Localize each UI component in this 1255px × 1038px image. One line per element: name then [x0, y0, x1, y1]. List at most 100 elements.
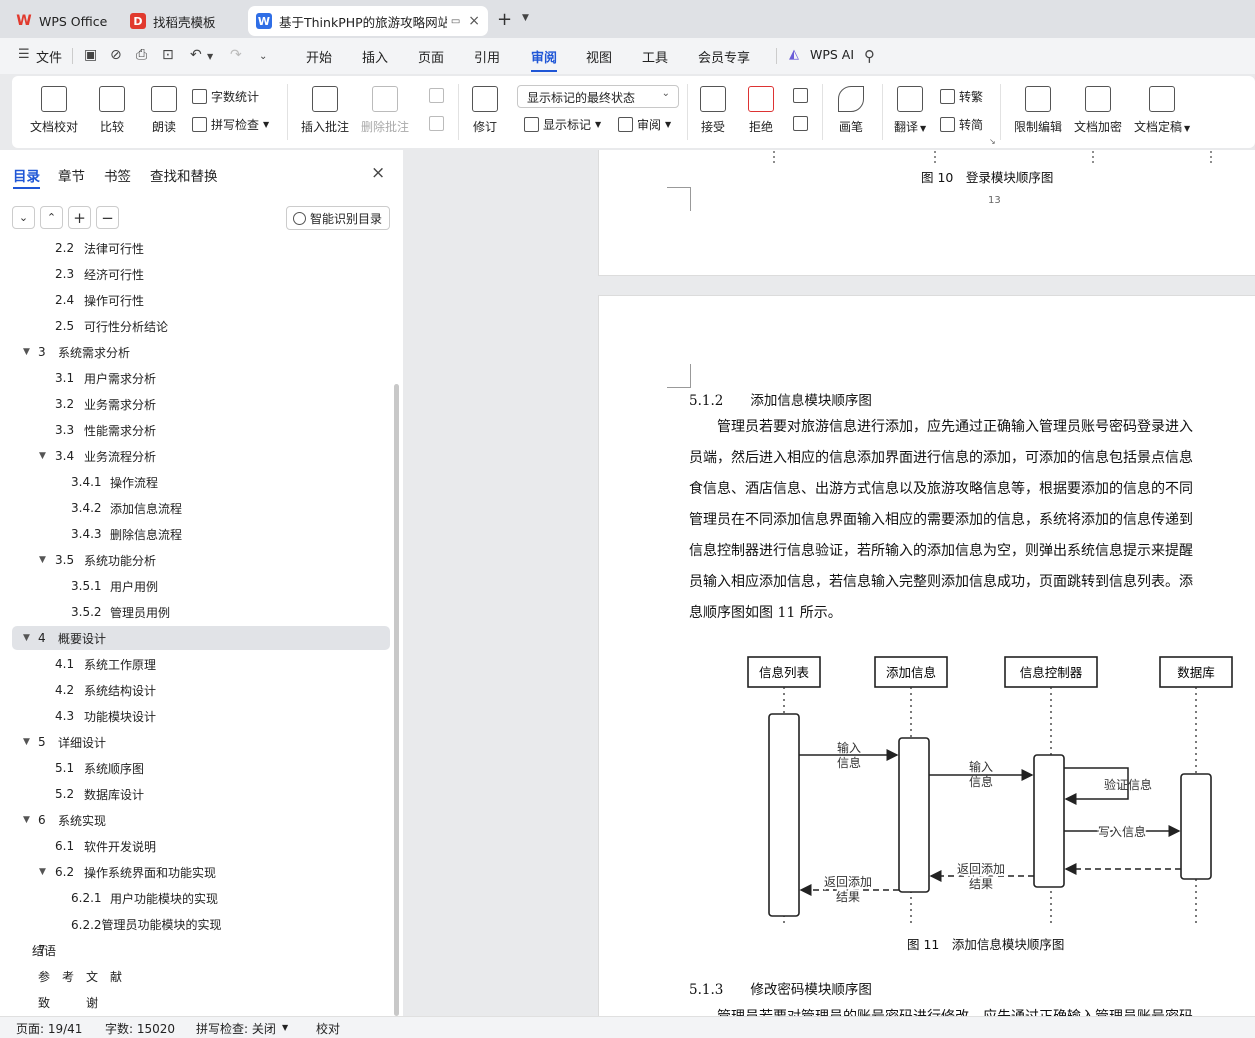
toc-item[interactable]: 致 谢 — [12, 990, 390, 1014]
collapse-up-button[interactable]: ⌃ — [40, 206, 63, 229]
tab-chapters[interactable]: 章节 — [58, 165, 85, 185]
undo-dropdown-icon[interactable]: ▼ — [207, 52, 213, 61]
encrypt-button[interactable]: 文档加密 — [1074, 86, 1122, 135]
expand-arrow-icon[interactable]: ▼ — [23, 347, 30, 357]
tab-list-chevron-icon[interactable]: ▼ — [522, 13, 529, 23]
menu-home[interactable]: 开始 — [306, 47, 332, 66]
to-simplified-button[interactable]: 转简 — [940, 116, 983, 133]
spell-check-indicator[interactable]: 拼写检查: 关闭 — [196, 1020, 276, 1037]
show-markup-button[interactable]: 显示标记 ▼ — [524, 116, 601, 133]
proofread-indicator[interactable]: 校对 — [316, 1020, 340, 1037]
tab-find-replace[interactable]: 查找和替换 — [150, 165, 218, 185]
tab-docer[interactable]: D 找稻壳模板 — [122, 6, 244, 36]
accept-button[interactable]: 接受 — [700, 86, 726, 135]
word-count-indicator[interactable]: 字数: 15020 — [105, 1020, 175, 1037]
toc-item[interactable]: 参 考 文 献 — [12, 964, 390, 988]
restrict-edit-button[interactable]: 限制编辑 — [1014, 86, 1062, 135]
menu-file[interactable]: 文件 — [36, 47, 62, 66]
collapse-down-button[interactable]: ⌄ — [12, 206, 35, 229]
next-change-button[interactable] — [793, 116, 812, 131]
tab-toc[interactable]: 目录 — [13, 165, 40, 185]
close-pane-icon[interactable]: × — [371, 163, 385, 183]
tab-bookmarks[interactable]: 书签 — [104, 165, 131, 185]
toc-item[interactable]: 3.1 用户需求分析 — [12, 366, 390, 390]
menu-view[interactable]: 视图 — [586, 47, 612, 66]
pane-scrollbar[interactable] — [394, 384, 399, 1016]
toc-item[interactable]: ▼ 4 概要设计 — [12, 626, 390, 650]
reject-button[interactable]: 拒绝 — [748, 86, 774, 135]
finalize-button[interactable]: 文档定稿 ▼ — [1134, 86, 1190, 135]
toc-item[interactable]: 4.2 系统结构设计 — [12, 678, 390, 702]
toc-item[interactable]: 3.5.1 用户用例 — [12, 574, 390, 598]
review-pane-button[interactable]: 审阅 ▼ — [618, 116, 671, 133]
share-link-icon[interactable]: ⊘ — [110, 47, 122, 63]
pen-button[interactable]: 画笔 — [838, 86, 864, 135]
print-preview-icon[interactable]: ⊡ — [162, 47, 174, 63]
remove-heading-button[interactable]: − — [96, 206, 119, 229]
expand-arrow-icon[interactable]: ▼ — [39, 451, 46, 461]
new-tab-icon[interactable]: + — [497, 9, 512, 30]
delete-comment-button[interactable]: 删除批注 — [361, 86, 409, 135]
expand-arrow-icon[interactable]: ▼ — [23, 815, 30, 825]
spell-check-button[interactable]: 拼写检查 ▼ — [192, 116, 269, 133]
menu-insert[interactable]: 插入 — [362, 47, 388, 66]
markup-state-select[interactable]: 显示标记的最终状态 ⌄ — [517, 85, 679, 108]
prev-change-button[interactable] — [793, 88, 812, 103]
compare-button[interactable]: 比较 — [99, 86, 125, 135]
menu-review[interactable]: 审阅 — [531, 47, 558, 72]
save-icon[interactable]: ▣ — [84, 47, 97, 63]
search-icon[interactable]: ⚲ — [864, 47, 875, 65]
expand-arrow-icon[interactable]: ▼ — [23, 737, 30, 747]
page-indicator[interactable]: 页面: 19/41 — [16, 1020, 82, 1037]
toc-item[interactable]: ▼ 5 详细设计 — [12, 730, 390, 754]
menu-member[interactable]: 会员专享 — [698, 47, 750, 66]
monitor-icon[interactable]: ▭ — [451, 16, 460, 27]
toc-item[interactable]: 3.4.2 添加信息流程 — [12, 496, 390, 520]
toc-item[interactable]: 7 结语 — [12, 938, 390, 962]
expand-arrow-icon[interactable]: ▼ — [23, 633, 30, 643]
toc-item[interactable]: ▼ 3 系统需求分析 — [12, 340, 390, 364]
toc-item[interactable]: 3.4.3 删除信息流程 — [12, 522, 390, 546]
toc-item[interactable]: 2.3 经济可行性 — [12, 262, 390, 286]
toc-item[interactable]: ▼ 3.5 系统功能分析 — [12, 548, 390, 572]
toc-item[interactable]: 4.3 功能模块设计 — [12, 704, 390, 728]
toc-item[interactable]: 6.1 软件开发说明 — [12, 834, 390, 858]
menu-wps-ai[interactable]: WPS AI — [810, 47, 854, 62]
menu-page[interactable]: 页面 — [418, 47, 444, 66]
next-comment-button[interactable] — [429, 116, 448, 131]
menu-tools[interactable]: 工具 — [642, 47, 668, 66]
add-heading-button[interactable]: + — [68, 206, 91, 229]
proofread-button[interactable]: 文档校对 — [30, 86, 78, 135]
toc-item[interactable]: 4.1 系统工作原理 — [12, 652, 390, 676]
toc-item[interactable]: 2.2 法律可行性 — [12, 240, 390, 260]
chevron-down-icon[interactable]: ▼ — [282, 1023, 288, 1032]
redo-icon[interactable]: ↷ — [230, 47, 242, 63]
prev-comment-button[interactable] — [429, 88, 448, 103]
expand-arrow-icon[interactable]: ▼ — [39, 867, 46, 877]
toc-item[interactable]: 3.5.2 管理员用例 — [12, 600, 390, 624]
hamburger-icon[interactable]: ☰ — [18, 47, 30, 62]
close-tab-icon[interactable]: × — [468, 13, 480, 29]
toc-item[interactable]: 3.2 业务需求分析 — [12, 392, 390, 416]
more-chevron-icon[interactable]: ⌄ — [259, 51, 267, 62]
word-count-button[interactable]: 字数统计 — [192, 88, 259, 105]
menu-references[interactable]: 引用 — [474, 47, 500, 66]
undo-icon[interactable]: ↶ — [190, 47, 202, 63]
to-traditional-button[interactable]: 转繁 — [940, 88, 983, 105]
toc-item[interactable]: ▼ 6 系统实现 — [12, 808, 390, 832]
tab-wps-office[interactable]: W WPS Office — [8, 6, 116, 36]
toc-item[interactable]: 6.2.1 用户功能模块的实现 — [12, 886, 390, 910]
toc-item[interactable]: 2.5 可行性分析结论 — [12, 314, 390, 338]
print-icon[interactable]: ⎙ — [136, 47, 147, 63]
tab-document[interactable]: W 基于ThinkPHP的旅游攻略网站 ▭ × — [248, 6, 488, 36]
toc-item[interactable]: 3.3 性能需求分析 — [12, 418, 390, 442]
revise-button[interactable]: 修订 — [472, 86, 498, 135]
toc-item[interactable]: 6.2.2管理员功能模块的实现 — [12, 912, 390, 936]
expand-arrow-icon[interactable]: ▼ — [39, 555, 46, 565]
toc-item[interactable]: ▼ 6.2 操作系统界面和功能实现 — [12, 860, 390, 884]
group-expand-icon[interactable]: ↘ — [989, 137, 996, 146]
translate-button[interactable]: 翻译 ▼ — [894, 86, 926, 135]
smart-toc-button[interactable]: 智能识别目录 — [286, 206, 390, 230]
toc-item[interactable]: 5.1 系统顺序图 — [12, 756, 390, 780]
toc-item[interactable]: ▼ 3.4 业务流程分析 — [12, 444, 390, 468]
